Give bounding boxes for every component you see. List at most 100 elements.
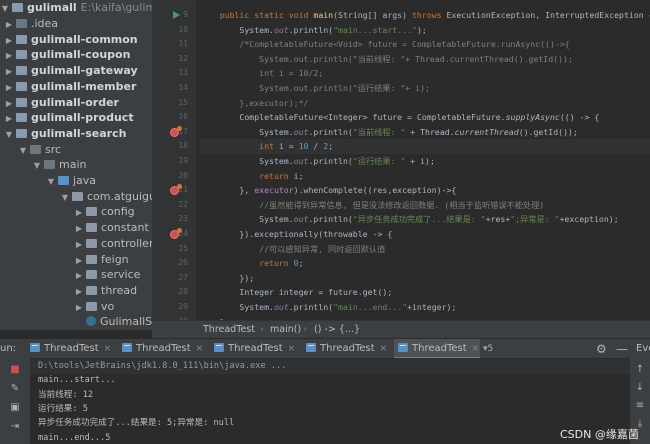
tree-item[interactable]: ▶ config (0, 204, 152, 220)
chevron-right-icon[interactable]: ▶ (4, 80, 14, 95)
code-line[interactable]: System.out.println("main...start..."); (200, 23, 650, 38)
code-line[interactable]: /*CompletableFuture<Void> future = Compl… (200, 37, 650, 52)
code-editor[interactable]: 9 10 11 12 13 14 15 16 17 18 19 20 21 22 23 24 25 26 27 28 2… (152, 0, 650, 320)
code-line[interactable]: System.out.println("运行结果: "+ i); (200, 81, 650, 96)
tree-item[interactable]: ▶ gulimall-product (0, 110, 152, 126)
run-tab[interactable]: ThreadTest × (26, 339, 112, 359)
code-line[interactable]: CompletableFuture<Integer> future = Comp… (200, 110, 650, 125)
wrench-icon[interactable]: ✎ (9, 383, 21, 395)
code-line[interactable]: }, executor).whenComplete((res,exception… (200, 183, 650, 198)
chevron-right-icon[interactable]: ▶ (4, 64, 14, 79)
tree-item[interactable]: ▶ gulimall-coupon (0, 47, 152, 63)
editor-gutter[interactable]: 9 10 11 12 13 14 15 16 17 18 19 20 21 22 23 24 25 26 27 28 2… (152, 0, 196, 320)
chevron-right-icon[interactable]: ▶ (74, 205, 84, 220)
chevron-right-icon[interactable]: ▶ (74, 284, 84, 299)
chevron-right-icon[interactable]: ▶ (74, 237, 84, 252)
soft-wrap-icon[interactable]: ≡ (634, 400, 646, 411)
code-line[interactable]: int i = 10/2; (200, 66, 650, 81)
line-number: 16 (178, 112, 188, 122)
breadcrumb-lambda[interactable]: () -> {...} (314, 321, 360, 339)
tree-item[interactable]: ▼ com.atguigu.gu (0, 189, 152, 205)
breakpoint-icon[interactable] (170, 125, 182, 137)
tab-overflow-indicator[interactable]: ▾5 (483, 339, 493, 359)
gear-icon[interactable]: ⚙ (596, 339, 607, 359)
tree-item[interactable]: ▼ java (0, 173, 152, 189)
chevron-down-icon[interactable]: ▼ (4, 127, 14, 142)
project-root[interactable]: ▼ gulimallE:\kaifa\gulimall (0, 0, 152, 16)
minimize-icon[interactable]: — (616, 339, 628, 359)
code-line[interactable]: //可以感知异常, 同时返回默认值 (200, 242, 650, 257)
chevron-down-icon[interactable]: ▼ (46, 174, 56, 189)
breadcrumb-method[interactable]: main() (270, 321, 301, 339)
tree-item[interactable]: ▶ vo (0, 299, 152, 315)
run-tab[interactable]: ThreadTest × (118, 339, 204, 359)
console-output[interactable]: D:\tools\JetBrains\jdk1.8.0_111\bin\java… (30, 358, 630, 444)
tree-item[interactable]: ▶ feign (0, 252, 152, 268)
stop-icon[interactable]: ■ (9, 364, 21, 376)
run-gutter-icon[interactable] (173, 11, 180, 19)
code-line[interactable]: System.out.println("当前线程: "+ Thread.curr… (200, 52, 650, 67)
chevron-right-icon[interactable]: ▶ (4, 33, 14, 48)
chevron-right-icon[interactable]: ▶ (74, 300, 84, 315)
tree-item[interactable]: ▶ constant (0, 220, 152, 236)
breadcrumb-class[interactable]: ThreadTest (203, 321, 255, 339)
chevron-right-icon[interactable]: ▶ (74, 253, 84, 268)
exit-icon[interactable]: ⇥ (9, 421, 21, 433)
tree-item[interactable]: ▼ gulimall-search (0, 126, 152, 142)
breakpoint-icon[interactable] (170, 228, 182, 239)
chevron-right-icon[interactable]: ▶ (74, 221, 84, 236)
code-line[interactable]: public static void main(String[] args) t… (200, 8, 650, 23)
line-number: 27 (178, 272, 188, 282)
tree-item[interactable]: ▶ gulimall-gateway (0, 63, 152, 79)
tree-item[interactable]: ▶ service (0, 267, 152, 283)
package-icon (86, 270, 97, 280)
close-icon[interactable]: × (380, 344, 388, 354)
chevron-down-icon[interactable]: ▼ (60, 190, 70, 205)
code-line[interactable]: },executor);*/ (200, 96, 650, 111)
console-line: 运行结果: 5 (38, 403, 88, 414)
close-icon[interactable]: × (196, 344, 204, 354)
run-tab[interactable]: ThreadTest × (210, 339, 296, 359)
chevron-down-icon[interactable]: ▼ (0, 1, 10, 16)
arrow-up-icon[interactable]: ↑ (634, 364, 646, 375)
tree-item[interactable]: ▼ main (0, 157, 152, 173)
code-line[interactable]: Integer integer = future.get(); (200, 285, 650, 300)
project-root-path: E:\kaifa\gulimall (80, 1, 152, 14)
tree-item[interactable]: ▶ thread (0, 283, 152, 299)
code-line[interactable]: return 0; (200, 256, 650, 271)
code-line[interactable]: }); (200, 271, 650, 286)
tree-item[interactable]: ▶ gulimall-order (0, 95, 152, 111)
tree-item[interactable]: ▶ gulimall-common (0, 32, 152, 48)
code-line[interactable]: System.out.println("当前线程: " + Thread.cur… (200, 125, 650, 140)
run-config-icon (398, 343, 408, 352)
close-icon[interactable]: × (472, 344, 480, 354)
chevron-down-icon[interactable]: ▼ (18, 143, 28, 158)
run-tab[interactable]: ThreadTest × (302, 339, 388, 359)
chevron-right-icon[interactable]: ▶ (74, 268, 84, 283)
close-icon[interactable]: × (104, 344, 112, 354)
code-line[interactable]: System.out.println("异步任务成功完成了...结果是: "+r… (200, 212, 650, 227)
close-icon[interactable]: × (288, 344, 296, 354)
tree-item[interactable]: ▶ gulimall-member (0, 79, 152, 95)
code-line[interactable]: }).exceptionally(throwable -> { (200, 227, 650, 242)
chevron-right-icon[interactable]: ▶ (4, 96, 14, 111)
run-tab-label: ThreadTest (228, 343, 283, 354)
chevron-right-icon[interactable]: ▶ (4, 48, 14, 63)
tree-item[interactable]: GulimallSearc (0, 314, 152, 330)
run-tab[interactable]: ThreadTest × (394, 339, 480, 359)
chevron-right-icon[interactable]: ▶ (4, 17, 14, 32)
console-line: main...start... (38, 375, 116, 386)
chevron-right-icon[interactable]: ▶ (4, 111, 14, 126)
arrow-down-icon[interactable]: ↓ (634, 382, 646, 393)
code-line[interactable]: return i; (200, 169, 650, 184)
tree-item[interactable]: ▶ controller (0, 236, 152, 252)
code-line[interactable]: int i = 10 / 2; (200, 139, 650, 154)
tree-item[interactable]: ▼ src (0, 142, 152, 158)
code-line[interactable]: //虽然能得到异常信息, 但是没法修改返回数据. (相当于监听错误不能处理) (200, 198, 650, 213)
code-line[interactable]: System.out.println("main...end..."+integ… (200, 300, 650, 315)
camera-icon[interactable]: ▣ (9, 402, 21, 414)
chevron-down-icon[interactable]: ▼ (32, 158, 42, 173)
event-log-label[interactable]: Eve (636, 339, 650, 359)
tree-item[interactable]: ▶ .idea (0, 16, 152, 32)
code-line[interactable]: System.out.println("运行结果: " + i); (200, 154, 650, 169)
